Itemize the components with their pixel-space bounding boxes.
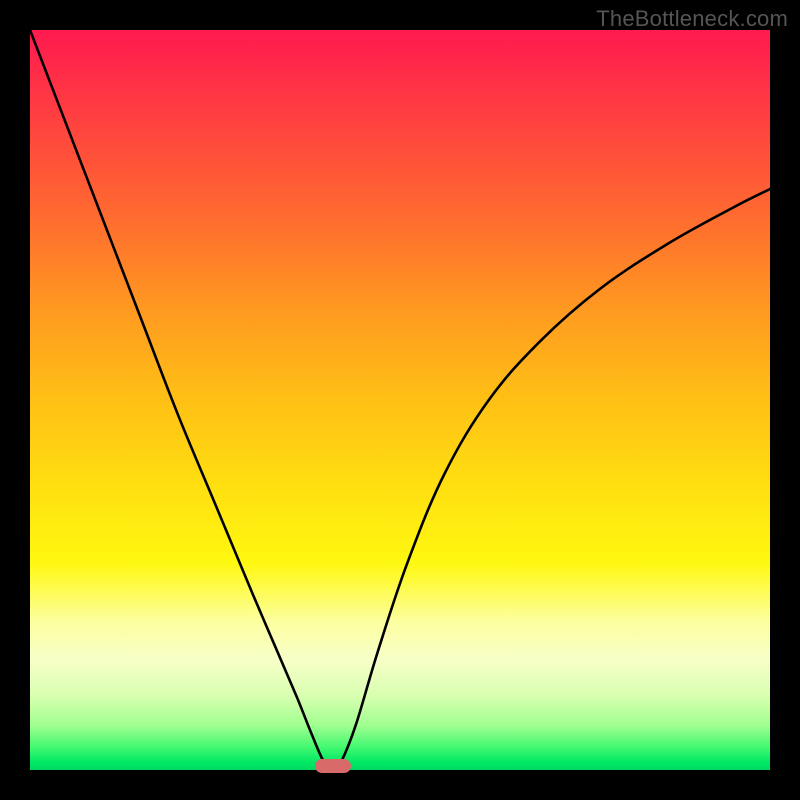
bottleneck-curve [30,30,770,770]
plot-area [30,30,770,770]
watermark-text: TheBottleneck.com [596,6,788,32]
chart-frame: TheBottleneck.com [0,0,800,800]
curve-svg [30,30,770,770]
optimal-marker [315,759,351,773]
